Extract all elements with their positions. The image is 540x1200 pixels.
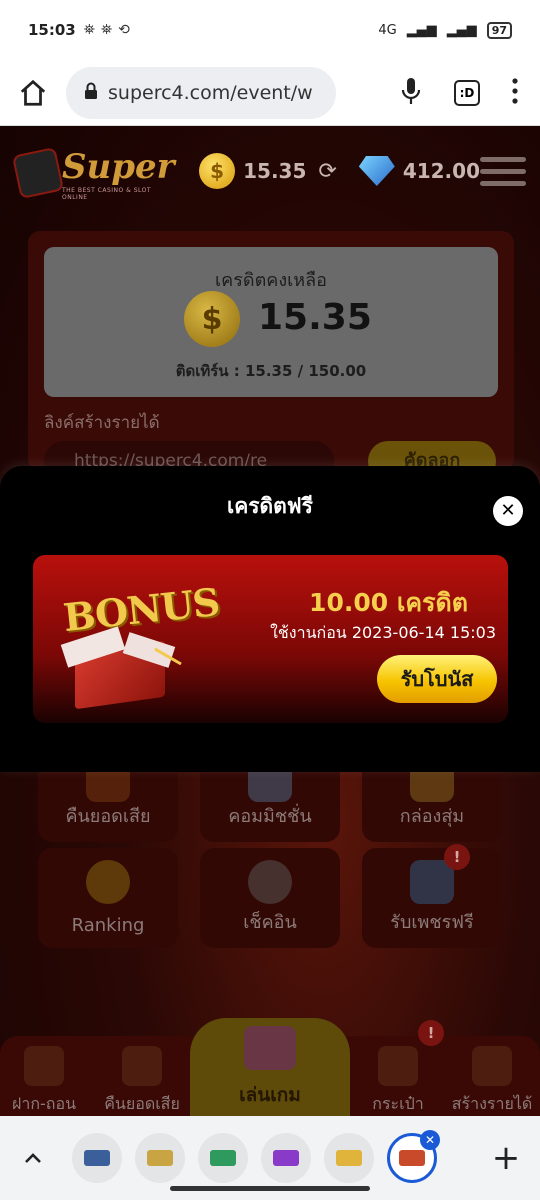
- wallet-icon: [378, 1046, 418, 1086]
- tile-label: คืนยอดเสีย: [65, 806, 151, 827]
- tile-label: กล่องสุ่ม: [399, 806, 465, 827]
- tile-label: รับเพชรฟรี: [390, 912, 474, 933]
- home-indicator: [170, 1186, 370, 1191]
- tile-label: คอมมิชชั่น: [228, 806, 312, 827]
- credit-panel: เครดิตคงเหลือ $ 15.35 ติดเทิร์น : 15.35 …: [28, 231, 514, 481]
- tile-free-diamond[interactable]: รับเพชรฟรี: [362, 848, 502, 948]
- tab-thumbnail[interactable]: [261, 1133, 311, 1183]
- bonus-amount: 10.00 เครดิต: [309, 588, 468, 617]
- battery-icon: 97: [486, 21, 512, 39]
- diamond-balance-value: 412.00: [402, 159, 480, 183]
- tile-label: Ranking: [71, 915, 145, 936]
- nav-label: ฝาก-ถอน: [11, 1094, 77, 1113]
- share-icon: [472, 1046, 512, 1086]
- tab-thumbnail[interactable]: [198, 1133, 248, 1183]
- notification-icons: ⛯ ⛯ ⟲: [84, 22, 130, 38]
- logo-subtitle: THE BEST CASINO & SLOT ONLINE: [62, 187, 152, 201]
- microphone-icon[interactable]: [400, 76, 422, 110]
- bonus-card: BONUS 10.00 เครดิต ใช้งานก่อน 2023-06-14…: [33, 555, 508, 723]
- tab-thumbnail-active[interactable]: ✕: [387, 1130, 440, 1183]
- tab-thumbnail[interactable]: [135, 1133, 185, 1183]
- claim-bonus-button[interactable]: รับโบนัส: [377, 655, 497, 703]
- status-time: 15:03: [28, 21, 76, 39]
- nav-wallet[interactable]: กระเป๋า: [348, 1046, 448, 1116]
- lock-icon: [84, 82, 98, 104]
- coin-balance: $ 15.35 ⟳: [199, 153, 337, 189]
- url-text: superc4.com/event/w: [108, 81, 313, 104]
- site-header: Super THE BEST CASINO & SLOT ONLINE $ 15…: [0, 126, 540, 216]
- new-tab-icon[interactable]: +: [486, 1138, 526, 1178]
- modal-title: เครดิตฟรี: [227, 494, 313, 518]
- notification-badge: !: [444, 844, 470, 870]
- referral-label: ลิงค์สร้างรายได้: [44, 413, 160, 433]
- nav-label: คืนยอดเสีย: [104, 1094, 180, 1113]
- logo-text: Super: [62, 147, 175, 187]
- status-bar: 15:03 ⛯ ⛯ ⟲ 4G ▂▄▆ ▂▄▆ 97: [0, 0, 540, 60]
- credit-value: 15.35: [258, 297, 372, 338]
- bonus-logo: BONUS: [61, 578, 222, 641]
- trophy-icon: [86, 860, 130, 904]
- tile-checkin[interactable]: เช็คอิน: [200, 848, 340, 948]
- nav-earn[interactable]: สร้างรายได้: [442, 1046, 540, 1116]
- notification-icon: ⛯: [83, 22, 95, 38]
- logo-cube: [11, 146, 65, 200]
- tab-switcher-button[interactable]: :D: [454, 79, 480, 106]
- diamond-icon: [358, 156, 395, 186]
- tab-thumbnail[interactable]: [72, 1133, 122, 1183]
- nav-cashback[interactable]: คืนยอดเสีย: [92, 1046, 192, 1116]
- more-menu-icon[interactable]: [512, 77, 518, 108]
- signal-icon: ▂▄▆: [406, 22, 437, 38]
- slot-machine-icon: [244, 1026, 296, 1070]
- hamburger-menu-icon[interactable]: [480, 156, 526, 186]
- coin-icon: $: [199, 153, 236, 189]
- coin-balance-value: 15.35: [243, 159, 307, 183]
- money-icon: [24, 1046, 64, 1086]
- signal-icon: ▂▄▆: [446, 22, 477, 38]
- browser-toolbar: superc4.com/event/w :D: [0, 60, 540, 126]
- system-icons: 4G ▂▄▆ ▂▄▆ 97: [378, 21, 512, 39]
- notification-icon: ⛯: [100, 22, 113, 38]
- turnover-text: ติดเทิร์น : 15.35 / 150.00: [175, 362, 367, 380]
- network-label: 4G: [378, 22, 397, 38]
- tab-thumbnail[interactable]: [324, 1133, 374, 1183]
- nav-play-game[interactable]: เล่นเกม: [190, 1018, 350, 1116]
- home-icon[interactable]: [14, 74, 52, 112]
- tile-label: เช็คอิน: [243, 912, 297, 933]
- nav-deposit-withdraw[interactable]: ฝาก-ถอน: [0, 1046, 94, 1116]
- wallet-badge: !: [418, 1020, 444, 1046]
- refresh-icon[interactable]: ⟳: [318, 159, 336, 184]
- nav-label: กระเป๋า: [372, 1094, 424, 1113]
- nav-label: เล่นเกม: [239, 1084, 301, 1106]
- bonus-expiry: ใช้งานก่อน 2023-06-14 15:03: [270, 623, 496, 642]
- credit-card: เครดิตคงเหลือ $ 15.35 ติดเทิร์น : 15.35 …: [44, 247, 498, 397]
- cashback-icon: [122, 1046, 162, 1086]
- coin-icon: $: [184, 291, 240, 347]
- tile-ranking[interactable]: Ranking: [38, 848, 178, 948]
- close-tab-icon[interactable]: ✕: [420, 1130, 440, 1150]
- chevron-up-icon[interactable]: [14, 1139, 52, 1177]
- close-icon[interactable]: ✕: [493, 496, 523, 526]
- credit-title: เครดิตคงเหลือ: [215, 270, 327, 291]
- nav-label: สร้างรายได้: [451, 1094, 533, 1113]
- site-logo[interactable]: Super THE BEST CASINO & SLOT ONLINE: [11, 141, 175, 201]
- diamond-balance: 412.00: [358, 156, 480, 186]
- clock-icon: [248, 860, 292, 904]
- sync-icon: ⟲: [118, 22, 130, 38]
- url-field[interactable]: superc4.com/event/w: [66, 66, 336, 119]
